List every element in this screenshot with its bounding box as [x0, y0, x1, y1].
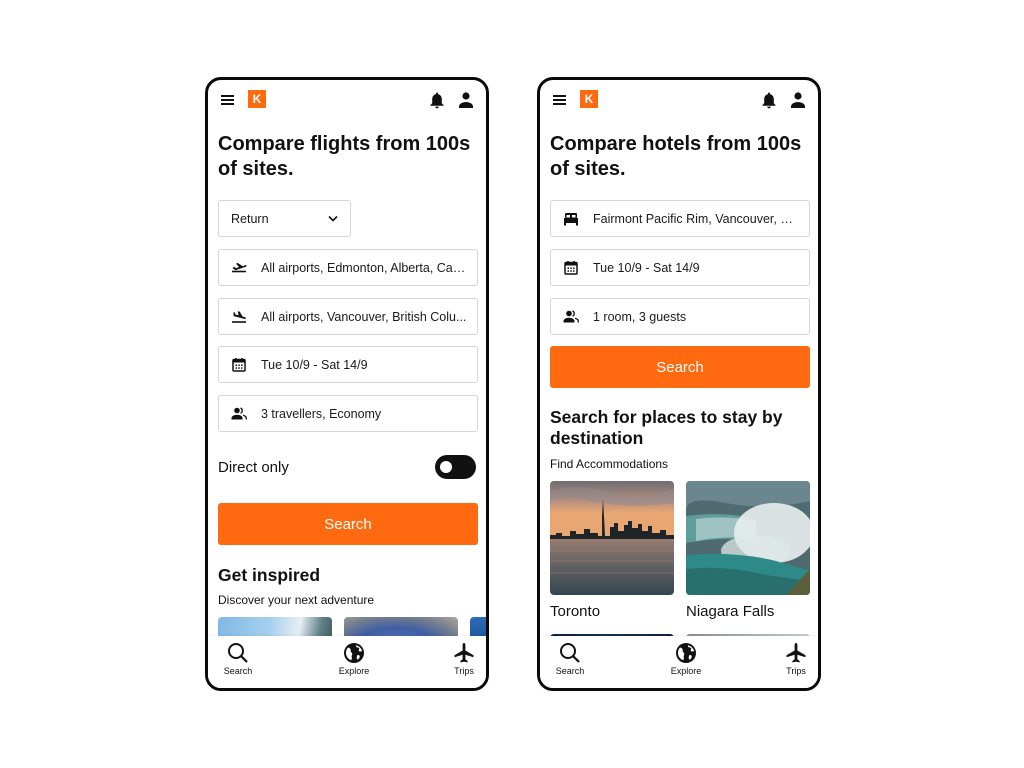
dates-value: Tue 10/9 - Sat 14/9: [593, 260, 700, 275]
flights-screen: K Compare flights from 100s of sites. Re…: [205, 77, 489, 691]
hotel-value: Fairmont Pacific Rim, Vancouver, Bri...: [593, 211, 807, 226]
nav-search[interactable]: Search: [208, 642, 268, 676]
nav-explore[interactable]: Explore: [656, 642, 716, 676]
destination-card-toronto[interactable]: [550, 481, 674, 595]
direct-only-row: Direct only: [218, 454, 476, 480]
destinations-subtitle: Find Accommodations: [550, 457, 669, 471]
search-icon: [560, 643, 580, 663]
destination-value: All airports, Vancouver, British Colu...: [261, 309, 467, 324]
guests-value: 1 room, 3 guests: [593, 309, 687, 324]
trip-type-value: Return: [231, 211, 269, 226]
bottom-nav: Search Explore Trips: [208, 636, 486, 688]
destination-label: Niagara Falls: [686, 603, 775, 620]
hotels-search-button[interactable]: Search: [550, 346, 810, 388]
hotel-field[interactable]: Fairmont Pacific Rim, Vancouver, Bri...: [550, 200, 810, 237]
takeoff-icon: [230, 259, 248, 277]
kayak-logo[interactable]: K: [580, 90, 598, 108]
toggle-knob: [440, 461, 452, 473]
top-bar: K: [540, 80, 818, 120]
bell-icon[interactable]: [761, 91, 777, 109]
globe-icon: [344, 643, 364, 663]
dates-field[interactable]: Tue 10/9 - Sat 14/9: [218, 346, 478, 383]
landing-icon: [230, 308, 248, 326]
origin-value: All airports, Edmonton, Alberta, Can...: [261, 260, 471, 275]
destination-label: Toronto: [550, 603, 601, 620]
nav-search[interactable]: Search: [540, 642, 600, 676]
nav-search-label: Search: [555, 666, 585, 676]
direct-only-label: Direct only: [218, 458, 289, 476]
nav-trips[interactable]: Trips: [766, 642, 818, 676]
user-icon[interactable]: [790, 91, 806, 109]
flights-search-button[interactable]: Search: [218, 503, 478, 545]
toronto-image: [550, 481, 674, 595]
trip-type-select[interactable]: Return: [218, 200, 351, 237]
hamburger-icon[interactable]: [553, 95, 566, 105]
page-title: Compare hotels from 100s of sites.: [550, 133, 802, 180]
bed-icon: [562, 210, 580, 228]
destinations-title: Search for places to stay by destination: [550, 407, 783, 448]
chevron-down-icon: [328, 215, 338, 222]
nav-trips-label: Trips: [454, 666, 474, 676]
travellers-icon: [230, 405, 248, 423]
page-title: Compare flights from 100s of sites.: [218, 133, 471, 180]
calendar-icon: [562, 259, 580, 277]
nav-explore[interactable]: Explore: [324, 642, 384, 676]
niagara-falls-image: [686, 481, 810, 595]
nav-explore-label: Explore: [670, 666, 702, 676]
origin-field[interactable]: All airports, Edmonton, Alberta, Can...: [218, 249, 478, 286]
guests-field[interactable]: 1 room, 3 guests: [550, 298, 810, 335]
dates-field[interactable]: Tue 10/9 - Sat 14/9: [550, 249, 810, 286]
hotels-screen: K Compare hotels from 100s of sites. Fai…: [537, 77, 821, 691]
travellers-value: 3 travellers, Economy: [261, 406, 382, 421]
plane-icon: [786, 643, 806, 663]
nav-trips[interactable]: Trips: [434, 642, 486, 676]
destination-card-niagara-falls[interactable]: [686, 481, 810, 595]
plane-icon: [454, 643, 474, 663]
globe-icon: [676, 643, 696, 663]
direct-only-toggle[interactable]: [435, 455, 476, 479]
search-icon: [228, 643, 248, 663]
top-bar: K: [208, 80, 486, 120]
inspired-subtitle: Discover your next adventure: [218, 593, 375, 607]
user-icon[interactable]: [458, 91, 474, 109]
calendar-icon: [230, 356, 248, 374]
hamburger-icon[interactable]: [221, 95, 234, 105]
nav-trips-label: Trips: [786, 666, 806, 676]
travellers-field[interactable]: 3 travellers, Economy: [218, 395, 478, 432]
destination-field[interactable]: All airports, Vancouver, British Colu...: [218, 298, 478, 335]
guests-icon: [562, 308, 580, 326]
nav-explore-label: Explore: [338, 666, 370, 676]
kayak-logo[interactable]: K: [248, 90, 266, 108]
bottom-nav: Search Explore Trips: [540, 636, 818, 688]
nav-search-label: Search: [223, 666, 253, 676]
dates-value: Tue 10/9 - Sat 14/9: [261, 357, 368, 372]
bell-icon[interactable]: [429, 91, 445, 109]
inspired-title: Get inspired: [218, 565, 321, 585]
